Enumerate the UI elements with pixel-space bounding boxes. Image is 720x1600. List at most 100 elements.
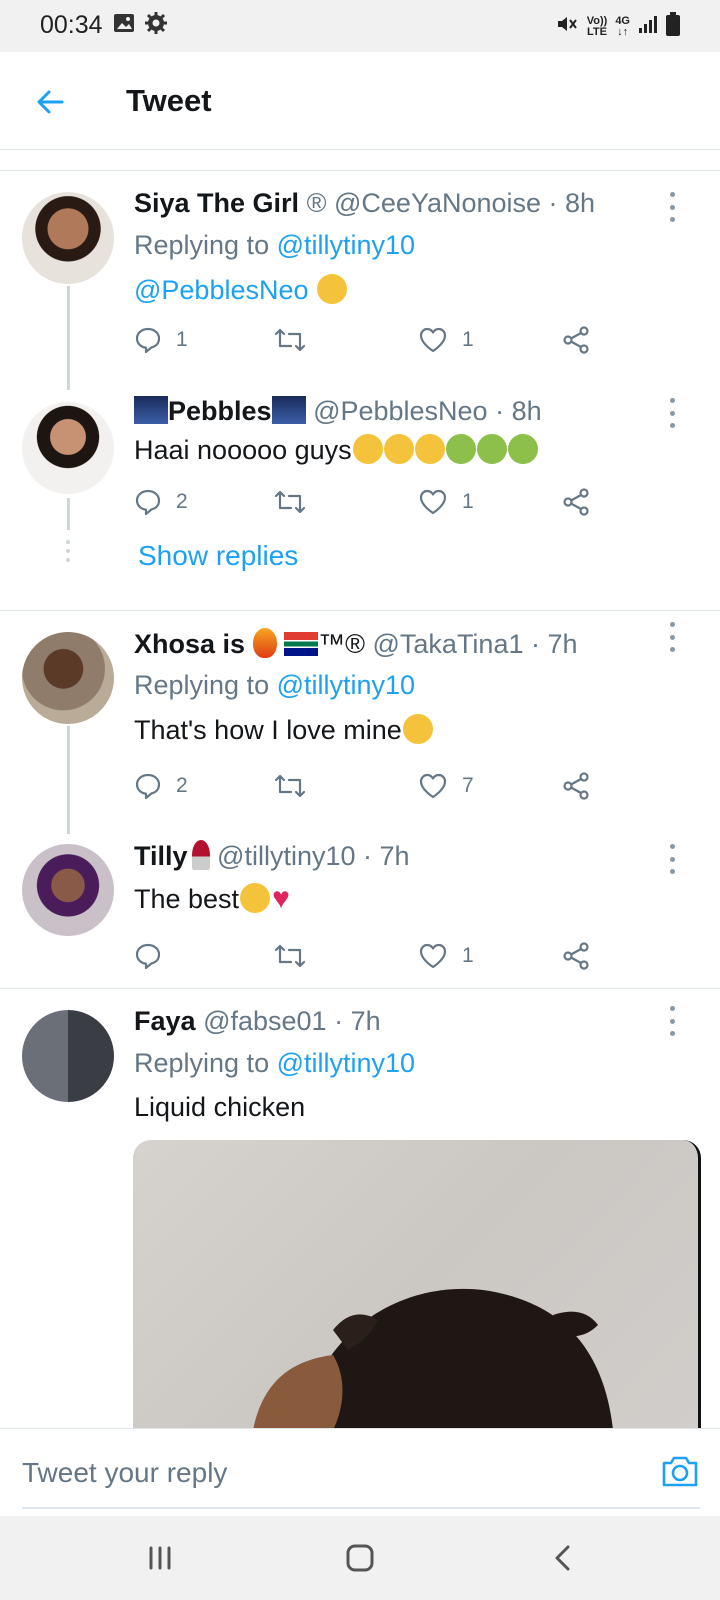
user-handle[interactable]: @tillytiny10 — [217, 841, 355, 871]
camera-button[interactable] — [660, 1451, 700, 1491]
tweet-text: @PebblesNeo — [134, 274, 348, 306]
mention-link[interactable]: @PebblesNeo — [134, 275, 309, 305]
tweet-tilly[interactable]: Tilly @tillytiny10 · 7h The best ♥ 1 — [0, 830, 720, 980]
replying-to: Replying to @tillytiny10 — [134, 670, 416, 700]
user-handle[interactable]: @fabse01 — [203, 1006, 327, 1036]
chevron-left-icon — [555, 1545, 570, 1571]
avatar[interactable] — [22, 1010, 114, 1102]
like-count: 1 — [462, 328, 474, 351]
reply-icon — [135, 327, 161, 354]
reply-icon — [135, 773, 161, 800]
tweet-xhosa[interactable]: Xhosa is ™® @TakaTina1 · 7h Replying to … — [0, 612, 720, 834]
avatar[interactable] — [22, 632, 114, 724]
tweet-time: · 8h — [495, 396, 542, 426]
avatar[interactable] — [22, 192, 114, 284]
nauseated-emoji-icon — [445, 434, 476, 464]
retweet-button[interactable] — [274, 768, 306, 804]
tweet-text: The best ♥ — [134, 882, 290, 915]
share-button[interactable] — [562, 322, 590, 358]
status-time: 00:34 — [40, 11, 103, 39]
thread-line — [67, 726, 70, 834]
more-options-button[interactable] — [662, 844, 682, 874]
reply-button[interactable]: 1 — [134, 322, 188, 358]
retweet-icon — [274, 944, 306, 968]
reply-composer: Tweet your reply — [0, 1428, 720, 1516]
display-name[interactable]: Tilly — [134, 841, 188, 871]
divider — [0, 170, 720, 171]
system-back-button[interactable] — [544, 1538, 584, 1578]
avatar[interactable] — [22, 402, 114, 494]
tweet-header: Siya The Girl ® @CeeYaNonoise · 8h — [134, 188, 595, 219]
name-suffix: ® — [306, 188, 327, 218]
fire-emoji-icon — [252, 628, 277, 658]
tweet-text: Haai nooooo guys — [134, 434, 538, 466]
like-button[interactable]: 1 — [418, 322, 474, 358]
share-button[interactable] — [562, 484, 590, 520]
more-options-button[interactable] — [662, 192, 682, 222]
mention-link[interactable]: @tillytiny10 — [277, 1048, 415, 1078]
reply-icon — [135, 489, 161, 516]
display-name[interactable]: Xhosa is — [134, 629, 245, 659]
heart-eyes-emoji-icon — [402, 714, 433, 744]
avatar[interactable] — [22, 844, 114, 936]
display-name[interactable]: Siya The Girl — [134, 188, 299, 218]
home-icon — [346, 1544, 374, 1572]
reply-count: 1 — [176, 328, 188, 351]
reply-count: 2 — [176, 490, 188, 513]
name-suffix: ™® — [318, 629, 365, 659]
reply-button[interactable] — [134, 938, 162, 974]
retweet-button[interactable] — [274, 322, 306, 358]
more-options-button[interactable] — [662, 398, 682, 428]
retweet-button[interactable] — [274, 938, 306, 974]
reply-input[interactable]: Tweet your reply — [22, 1457, 227, 1489]
thread-line — [67, 498, 70, 530]
like-count: 7 — [462, 774, 474, 797]
user-handle[interactable]: @CeeYaNonoise — [334, 188, 541, 218]
tweet-pebbles[interactable]: Pebbles @PebblesNeo · 8h Haai nooooo guy… — [0, 390, 720, 600]
tweet-media-image[interactable] — [133, 1140, 701, 1430]
display-name[interactable]: Pebbles — [168, 396, 272, 426]
share-button[interactable] — [562, 768, 590, 804]
mention-link[interactable]: @tillytiny10 — [277, 670, 415, 700]
signal-icon — [638, 14, 658, 39]
page-title: Tweet — [126, 83, 212, 118]
mention-link[interactable]: @tillytiny10 — [277, 230, 415, 260]
person-photo-icon — [253, 1288, 613, 1430]
show-replies-link[interactable]: Show replies — [138, 540, 298, 572]
tweet-actions: 1 — [134, 938, 614, 974]
back-button[interactable] — [28, 80, 72, 124]
more-options-button[interactable] — [662, 622, 682, 652]
share-icon — [563, 488, 589, 516]
retweet-button[interactable] — [274, 484, 306, 520]
heart-icon — [419, 489, 447, 515]
tweet-header: Xhosa is ™® @TakaTina1 · 7h — [134, 628, 578, 660]
like-button[interactable]: 1 — [418, 938, 474, 974]
network-indicator: 4G ↓↑ — [615, 14, 630, 38]
reply-button[interactable]: 2 — [134, 768, 188, 804]
more-options-button[interactable] — [662, 1006, 682, 1036]
reply-button[interactable]: 2 — [134, 484, 188, 520]
tweet-header: Tilly @tillytiny10 · 7h — [134, 840, 410, 872]
like-button[interactable]: 7 — [418, 768, 474, 804]
user-handle[interactable]: @TakaTina1 — [373, 629, 524, 659]
volte-indicator: Vo)) LTE — [586, 14, 608, 38]
like-button[interactable]: 1 — [418, 484, 474, 520]
mute-icon — [555, 12, 579, 41]
nauseated-emoji-icon — [507, 434, 538, 464]
reply-count: 2 — [176, 774, 188, 797]
home-button[interactable] — [340, 1538, 380, 1578]
share-button[interactable] — [562, 938, 590, 974]
south-africa-flag-icon — [284, 632, 319, 656]
display-name[interactable]: Faya — [134, 1006, 196, 1036]
share-icon — [563, 326, 589, 354]
tweet-header: Pebbles @PebblesNeo · 8h — [134, 396, 542, 427]
gallery-icon — [113, 12, 135, 39]
heart-icon — [419, 327, 447, 353]
recent-apps-button[interactable] — [140, 1538, 180, 1578]
user-handle[interactable]: @PebblesNeo — [313, 396, 488, 426]
tweet-header: Faya @fabse01 · 7h — [134, 1006, 381, 1037]
camera-icon — [662, 1456, 698, 1487]
tweet-actions: 2 1 — [134, 484, 614, 520]
wine-glass-emoji-icon — [191, 840, 210, 870]
top-app-bar: Tweet — [0, 52, 720, 150]
